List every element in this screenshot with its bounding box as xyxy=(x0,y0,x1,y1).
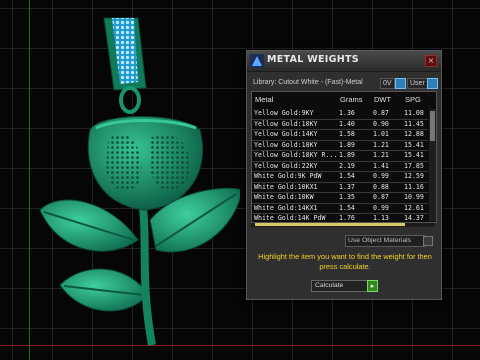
jump-ring xyxy=(119,86,141,114)
cell-metal: White Gold:14KX1 xyxy=(254,203,318,212)
table-row[interactable]: Yellow Gold:14KY 1.58 1.01 12.88 xyxy=(252,130,428,141)
cell-spg: 11.08 xyxy=(404,109,424,117)
cell-spg: 15.41 xyxy=(404,140,424,149)
table-row[interactable]: White Gold:10KW 1.35 0.87 10.99 xyxy=(252,193,428,204)
cell-metal: Yellow Gold:18KY xyxy=(254,140,318,149)
table-vertical-scrollbar[interactable] xyxy=(429,109,436,221)
panel-title: METAL WEIGHTS xyxy=(267,54,359,65)
cell-metal: Yellow Gold:18KY R... xyxy=(254,151,338,159)
cell-metal: Yellow Gold:9KY xyxy=(254,109,314,117)
use-object-materials-toggle[interactable] xyxy=(423,236,433,246)
col-header-dwt[interactable]: DWT xyxy=(374,92,391,108)
cell-grams: 1.54 xyxy=(339,203,355,212)
cell-grams: 1.37 xyxy=(339,182,355,191)
cell-spg: 10.99 xyxy=(404,193,424,201)
table-horizontal-scrollbar[interactable] xyxy=(251,223,435,227)
scrollbar-thumb[interactable] xyxy=(430,111,435,141)
cell-grams: 1.54 xyxy=(339,172,355,180)
cell-metal: White Gold:10KW xyxy=(254,193,314,201)
cell-spg: 11.16 xyxy=(404,182,424,191)
table-row[interactable]: Yellow Gold:22KY 2.19 1.41 17.85 xyxy=(252,161,428,172)
cell-grams: 1.89 xyxy=(339,151,355,159)
close-icon[interactable]: × xyxy=(425,55,437,67)
col-header-metal[interactable]: Metal xyxy=(255,92,273,108)
cell-spg: 15.41 xyxy=(404,151,424,159)
cell-dwt: 0.90 xyxy=(373,119,389,128)
cell-dwt: 0.87 xyxy=(373,109,389,117)
table-row[interactable]: White Gold:14KX1 1.54 0.99 12.61 xyxy=(252,203,428,214)
toggle-user-label: User xyxy=(407,78,428,89)
cell-metal: White Gold:10KX1 xyxy=(254,182,318,191)
metal-weights-panel: METAL WEIGHTS × Library: Cutout White - … xyxy=(246,50,442,300)
col-header-spg[interactable]: SPG xyxy=(405,92,421,108)
toggle-0v-checkbox[interactable] xyxy=(395,78,406,89)
table-row[interactable]: Yellow Gold:18KY R... 1.89 1.21 15.41 xyxy=(252,151,428,162)
calculate-dropdown[interactable]: Calculate xyxy=(311,280,368,292)
table-row[interactable]: Yellow Gold:18KY 1.89 1.21 15.41 xyxy=(252,140,428,151)
cell-grams: 1.40 xyxy=(339,119,355,128)
table-row[interactable]: Yellow Gold:10KY 1.40 0.90 11.45 xyxy=(252,119,428,130)
cell-spg: 17.85 xyxy=(404,161,424,170)
toggle-0v-label: 0V xyxy=(380,78,395,89)
table-rows: Yellow Gold:9KY 1.36 0.87 11.08 Yellow Gold… xyxy=(252,109,428,225)
cell-dwt: 1.41 xyxy=(373,161,389,170)
cell-grams: 1.35 xyxy=(339,193,355,201)
use-object-materials-field[interactable]: Use Object Materials xyxy=(345,235,425,247)
cell-spg: 11.45 xyxy=(404,119,424,128)
col-header-grams[interactable]: Grams xyxy=(340,92,363,108)
table-row[interactable]: White Gold:9K PdW 1.54 0.99 12.59 xyxy=(252,172,428,183)
toggle-user-checkbox[interactable] xyxy=(427,78,438,89)
cell-spg: 12.88 xyxy=(404,130,424,138)
table-row[interactable]: White Gold:10KX1 1.37 0.88 11.16 xyxy=(252,182,428,193)
panel-titlebar[interactable]: METAL WEIGHTS × xyxy=(247,51,441,72)
cell-metal: Yellow Gold:14KY xyxy=(254,130,318,138)
cell-grams: 2.19 xyxy=(339,161,355,170)
cell-dwt: 0.88 xyxy=(373,182,389,191)
cell-dwt: 0.87 xyxy=(373,193,389,201)
instruction-text: Highlight the item you want to find the … xyxy=(258,252,432,271)
cell-metal: White Gold:9K PdW xyxy=(254,172,322,180)
library-label: Library: Cutout White - (Fast)-Metal xyxy=(253,79,363,86)
cell-grams: 1.58 xyxy=(339,130,355,138)
cell-dwt: 0.99 xyxy=(373,172,389,180)
scrollbar-thumb[interactable] xyxy=(255,223,405,226)
rose-pendant-model[interactable] xyxy=(30,10,240,350)
cell-dwt: 1.21 xyxy=(373,151,389,159)
cell-dwt: 1.21 xyxy=(373,140,389,149)
cell-dwt: 0.99 xyxy=(373,203,389,212)
cell-metal: Yellow Gold:10KY xyxy=(254,119,318,128)
cell-spg: 12.59 xyxy=(404,172,424,180)
metal-table[interactable]: Metal Grams DWT SPG Yellow Gold:9KY 1.36 0… xyxy=(251,91,437,225)
cell-dwt: 1.01 xyxy=(373,130,389,138)
rings-logo-icon xyxy=(250,54,264,68)
cell-metal: Yellow Gold:22KY xyxy=(254,161,318,170)
calculate-go-button[interactable]: ▸ xyxy=(367,280,378,292)
bail xyxy=(103,17,147,91)
cell-grams: 1.36 xyxy=(339,109,355,117)
cell-spg: 12.61 xyxy=(404,203,424,212)
table-row[interactable]: Yellow Gold:9KY 1.36 0.87 11.08 xyxy=(252,109,428,120)
cell-grams: 1.89 xyxy=(339,140,355,149)
